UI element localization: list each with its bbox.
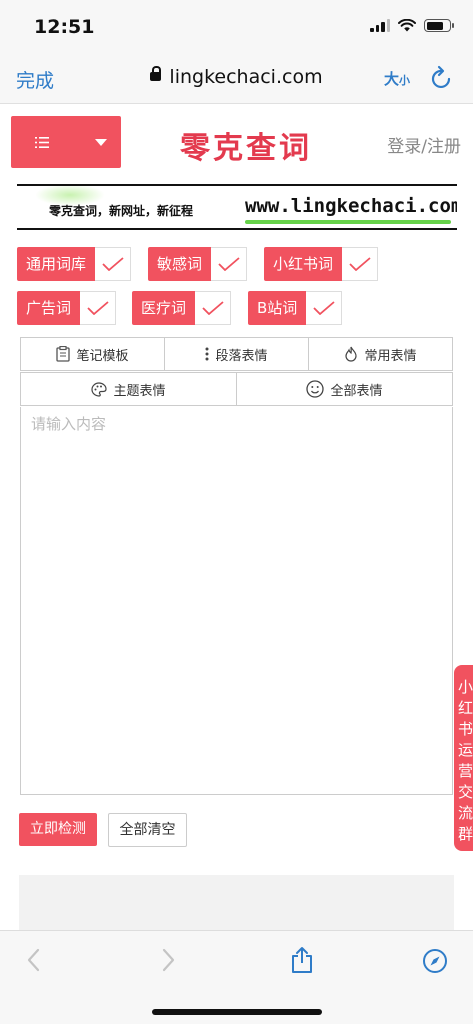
login-register-link[interactable]: 登录/注册: [387, 132, 461, 157]
common-emoji-button[interactable]: 常用表情: [308, 337, 453, 371]
menu-icon: [35, 137, 49, 148]
lock-icon: [150, 66, 162, 81]
wordbank-checkbox-sensitive[interactable]: 敏感词: [148, 247, 248, 281]
banner-slogan: 零克查词，新网址，新征程: [49, 204, 194, 218]
status-icons: [370, 19, 454, 32]
reload-icon[interactable]: [431, 65, 453, 89]
checkmark-icon: [211, 247, 248, 281]
wordbank-label: B站词: [248, 291, 307, 325]
checkmark-icon: [342, 247, 379, 281]
all-emoji-label: 全部表情: [330, 383, 383, 399]
status-bar: 12:51: [0, 0, 473, 52]
note-template-button[interactable]: 笔记模板: [20, 337, 165, 371]
text-size-button[interactable]: 大小: [384, 68, 410, 89]
wordbank-checkbox-bilibili[interactable]: B站词: [248, 291, 343, 325]
wordbank-checkbox-xiaohongshu[interactable]: 小红书词: [264, 247, 379, 281]
content-placeholder: 请输入内容: [31, 415, 107, 433]
paragraph-emoji-label: 段落表情: [215, 348, 268, 364]
battery-icon: [424, 19, 454, 32]
promo-banner[interactable]: 零克查词，新网址，新征程 www.lingkechaci.com: [17, 184, 457, 230]
back-icon[interactable]: [26, 948, 40, 972]
home-indicator: [152, 1009, 322, 1015]
check-now-button[interactable]: 立即检测: [19, 813, 97, 846]
result-panel: [19, 875, 454, 930]
status-time: 12:51: [34, 16, 95, 38]
checkmark-icon: [80, 291, 117, 325]
compass-icon[interactable]: [422, 948, 448, 974]
browser-bar: 完成 lingkechaci.com 大小: [0, 52, 473, 104]
chevron-down-icon: [95, 139, 107, 146]
wifi-icon: [398, 19, 416, 32]
browser-toolbar: [0, 930, 473, 1024]
wordbank-label: 广告词: [17, 291, 81, 325]
wordbank-label: 敏感词: [148, 247, 212, 281]
common-emoji-label: 常用表情: [364, 348, 417, 364]
wordbank-label: 小红书词: [264, 247, 343, 281]
editor-toolbar: 笔记模板 段落表情 常用表情 主题表情 全部表情: [20, 337, 453, 407]
fire-icon: [345, 346, 358, 362]
note-template-label: 笔记模板: [76, 348, 129, 364]
clipboard-icon: [56, 346, 71, 362]
community-group-tab[interactable]: 小红书运营交流群: [454, 665, 473, 851]
signal-icon: [370, 19, 390, 32]
wordbank-label: 医疗词: [132, 291, 196, 325]
site-logo[interactable]: 零克查词: [180, 123, 312, 167]
checkmark-icon: [95, 247, 132, 281]
all-emoji-button[interactable]: 全部表情: [236, 372, 453, 406]
banner-site: www.lingkechaci.com: [245, 195, 457, 217]
palette-icon: [91, 381, 108, 397]
wordbank-checkbox-medical[interactable]: 医疗词: [132, 291, 232, 325]
forward-icon[interactable]: [162, 948, 176, 972]
more-vertical-icon: [205, 347, 209, 361]
clear-all-button[interactable]: 全部清空: [108, 813, 187, 847]
site-header: 零克查词 登录/注册: [0, 105, 473, 180]
wordbank-label: 通用词库: [17, 247, 96, 281]
url-text: lingkechaci.com: [169, 66, 323, 88]
menu-dropdown-button[interactable]: [11, 116, 121, 168]
wordbank-checkbox-ads[interactable]: 广告词: [17, 291, 117, 325]
share-icon[interactable]: [290, 946, 314, 974]
paragraph-emoji-button[interactable]: 段落表情: [164, 337, 309, 371]
theme-emoji-button[interactable]: 主题表情: [20, 372, 237, 406]
content-textarea[interactable]: 请输入内容: [20, 407, 453, 795]
checkmark-icon: [306, 291, 343, 325]
banner-underline: [245, 220, 451, 224]
wordbank-checkbox-general[interactable]: 通用词库: [17, 247, 132, 281]
checkmark-icon: [195, 291, 232, 325]
smiley-icon: [306, 380, 325, 398]
theme-emoji-label: 主题表情: [113, 383, 166, 399]
